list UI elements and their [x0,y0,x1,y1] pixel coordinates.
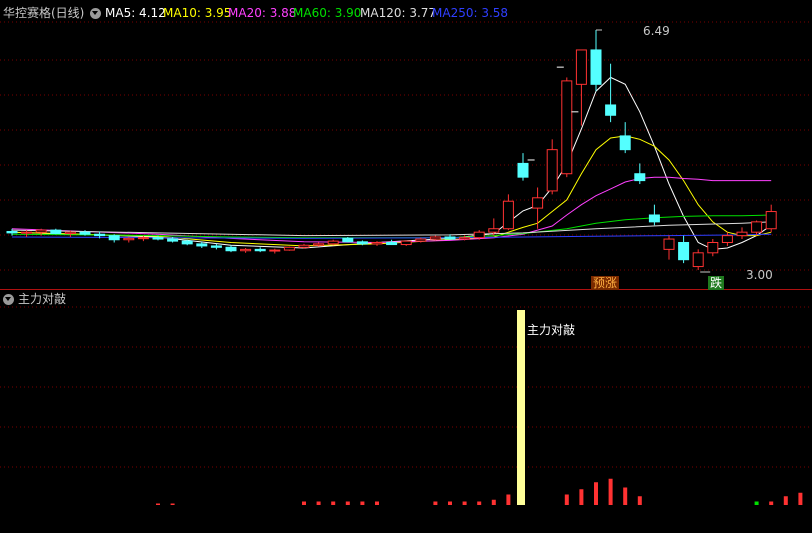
indicator-spike-bar [517,310,525,505]
indicator-bar [156,503,160,505]
candle-body [429,236,441,240]
candle-body [648,214,660,223]
candle-body [79,231,91,235]
indicator-bar [375,501,379,505]
candle-body [721,235,733,243]
indicator-bar [579,489,584,505]
candle-body [123,237,135,241]
panel-divider [0,289,812,290]
indicator-bar [448,501,452,505]
candle-body [6,230,18,234]
indicator-bar [608,478,613,505]
indicator-settings-icon[interactable] [3,294,14,305]
candle-body [634,173,646,182]
ma-line-ma5 [11,76,772,250]
candle-body [561,80,573,175]
candle-body [517,162,529,178]
indicator-bar [637,496,642,505]
indicator-bar [623,487,628,505]
candle-body [50,229,62,235]
candle-body [298,244,310,248]
candle-body [736,231,748,237]
candle-body [210,245,222,248]
candle-body [459,237,471,240]
candle-body [240,248,252,252]
chart-canvas[interactable] [0,0,812,533]
candle-body [35,229,47,233]
high-price-label: 6.49 [643,24,670,38]
candle-body [532,197,544,209]
candle-body [605,104,617,116]
candle-body [356,241,368,245]
candle-body [225,246,237,252]
indicator-bar [345,501,350,505]
candle-body [488,228,500,233]
indicator-bar [302,501,306,505]
candle-body [575,49,587,85]
indicator-bar [477,501,482,505]
candle-body [196,243,208,247]
candle-body [137,237,149,240]
candle-body [546,149,558,192]
candle-body [269,249,281,252]
candle-body [327,240,339,245]
candle-body [473,231,485,239]
indicator-name: 主力对敲 [18,292,67,306]
indicator-bar [462,501,467,505]
candle-body [108,235,120,241]
indicator-bar [769,501,774,505]
indicator-bar [754,501,759,505]
candle-body [444,236,456,240]
candle-body [254,248,266,252]
candle-body [181,240,193,245]
candle-body [663,238,675,250]
indicator-bar [594,482,598,505]
indicator-bar [491,499,496,505]
candle-body [152,237,164,240]
candle-body [167,238,179,242]
indicator-bar [360,501,365,505]
candle-body [415,238,427,242]
indicator-bar [564,494,569,505]
indicator-bar [433,501,438,505]
candle-body [386,241,398,246]
spike-label: 主力对敲 [527,323,576,337]
candle-body [765,211,777,230]
candle-body [692,252,704,268]
candle-body [21,231,33,234]
ma-line-ma120 [11,221,772,237]
candle-body [283,246,295,251]
candle-body [590,49,602,85]
candle-body [342,237,354,243]
candle-body [678,241,690,261]
candle-body [619,135,631,151]
candle-body [371,241,383,245]
rise-badge: 预涨 [591,276,620,290]
candle-body [751,221,763,233]
indicator-bar [316,501,321,505]
indicator-bar [170,503,175,505]
candle-body [64,231,76,235]
indicator-bar [783,496,788,505]
candle-body [313,243,325,246]
candle-body [502,200,514,230]
candle-body [94,233,106,237]
fall-badge: 跌 [708,276,725,290]
indicator-bar [798,492,803,505]
indicator-bar [506,494,511,505]
indicator-bar [331,501,336,505]
candle-body [707,241,719,254]
candle-body [400,240,412,246]
low-price-label: 3.00 [746,268,773,282]
